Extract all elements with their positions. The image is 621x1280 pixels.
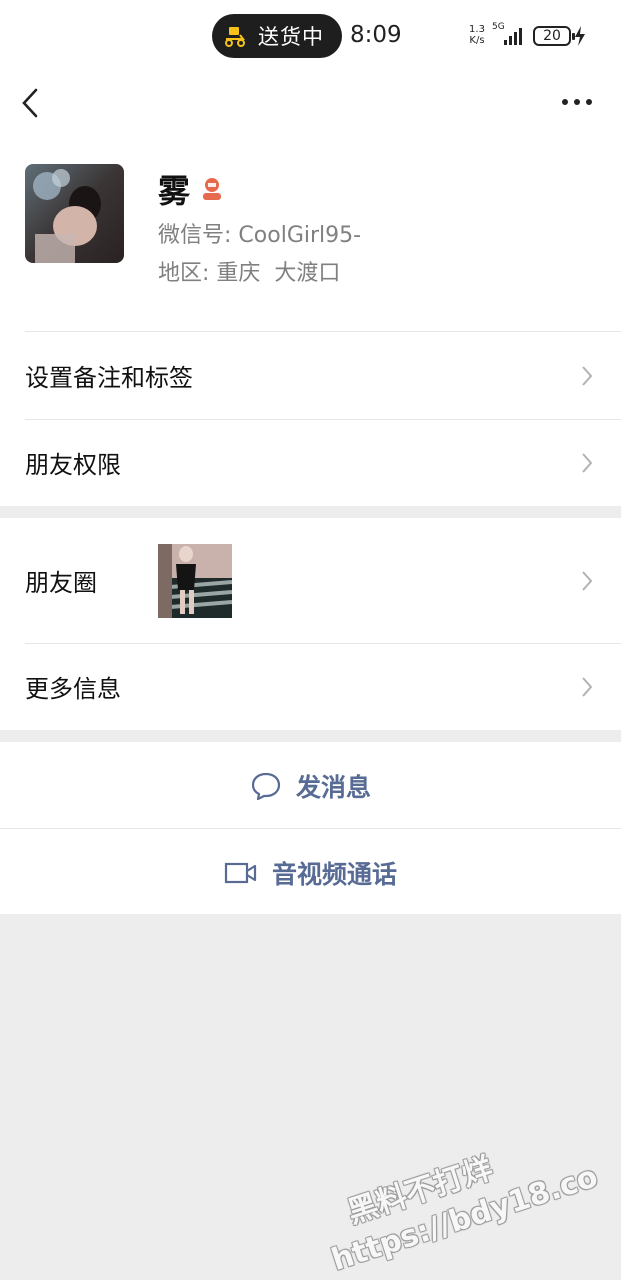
moments-thumbnail[interactable] bbox=[158, 544, 232, 618]
watermark: 黑料不打烊 https://bdy18.co bbox=[314, 1119, 602, 1280]
wechat-id[interactable]: 微信号: CoolGirl95- bbox=[158, 217, 361, 249]
moments-row[interactable]: 朋友圈 bbox=[0, 518, 621, 643]
more-options-icon[interactable] bbox=[560, 94, 594, 110]
region-value: 重庆 大渡口 bbox=[216, 261, 341, 286]
profile-card: 雾 微信号: CoolGirl95- 地区: 重庆 大渡口 bbox=[0, 132, 621, 332]
avatar[interactable] bbox=[25, 164, 124, 263]
friend-permission-label: 朋友权限 bbox=[25, 451, 121, 479]
net-speed-value: 1.3 bbox=[469, 24, 485, 35]
more-info-label: 更多信息 bbox=[25, 675, 121, 703]
region-label: 地区: bbox=[158, 261, 210, 286]
battery-indicator: 20 bbox=[533, 26, 575, 46]
status-bar: 送货中 8:09 1.3 K/s 5G 20 bbox=[0, 0, 621, 74]
charging-bolt-icon bbox=[575, 26, 585, 46]
net-speed-unit: K/s bbox=[469, 35, 485, 46]
name-row: 雾 bbox=[158, 166, 224, 212]
signal-icon: 5G bbox=[492, 22, 528, 48]
chevron-right-icon bbox=[582, 365, 593, 386]
friend-permission-row[interactable]: 朋友权限 bbox=[0, 419, 621, 506]
back-arrow-icon[interactable] bbox=[18, 84, 44, 122]
contact-name: 雾 bbox=[158, 172, 191, 210]
video-call-button[interactable]: 音视频通话 bbox=[0, 829, 621, 916]
wechat-id-label: 微信号: bbox=[158, 223, 232, 248]
delivery-status-pill[interactable]: 送货中 bbox=[212, 14, 342, 58]
moments-section: 朋友圈 更多信息 bbox=[0, 518, 621, 730]
chat-bubble-icon bbox=[251, 772, 281, 800]
moments-label: 朋友圈 bbox=[25, 569, 97, 597]
chevron-right-icon bbox=[582, 452, 593, 473]
actions-section: 发消息 音视频通话 bbox=[0, 742, 621, 914]
female-gender-icon bbox=[203, 178, 222, 200]
send-message-label: 发消息 bbox=[295, 772, 371, 802]
region: 地区: 重庆 大渡口 bbox=[158, 255, 340, 287]
chevron-right-icon bbox=[582, 570, 593, 591]
status-time: 8:09 bbox=[350, 22, 402, 48]
wechat-id-value: CoolGirl95- bbox=[238, 223, 362, 248]
send-message-button[interactable]: 发消息 bbox=[0, 742, 621, 829]
video-call-label: 音视频通话 bbox=[271, 859, 397, 889]
net-speed: 1.3 K/s bbox=[466, 24, 488, 46]
nav-header bbox=[0, 74, 621, 132]
set-remark-row[interactable]: 设置备注和标签 bbox=[0, 332, 621, 419]
video-camera-icon bbox=[224, 862, 257, 883]
set-remark-label: 设置备注和标签 bbox=[25, 364, 193, 392]
chevron-right-icon bbox=[582, 676, 593, 697]
delivery-scooter-icon bbox=[222, 23, 248, 49]
delivery-status-text: 送货中 bbox=[258, 25, 324, 49]
settings-section: 设置备注和标签 朋友权限 bbox=[0, 332, 621, 506]
more-info-row[interactable]: 更多信息 bbox=[0, 643, 621, 730]
